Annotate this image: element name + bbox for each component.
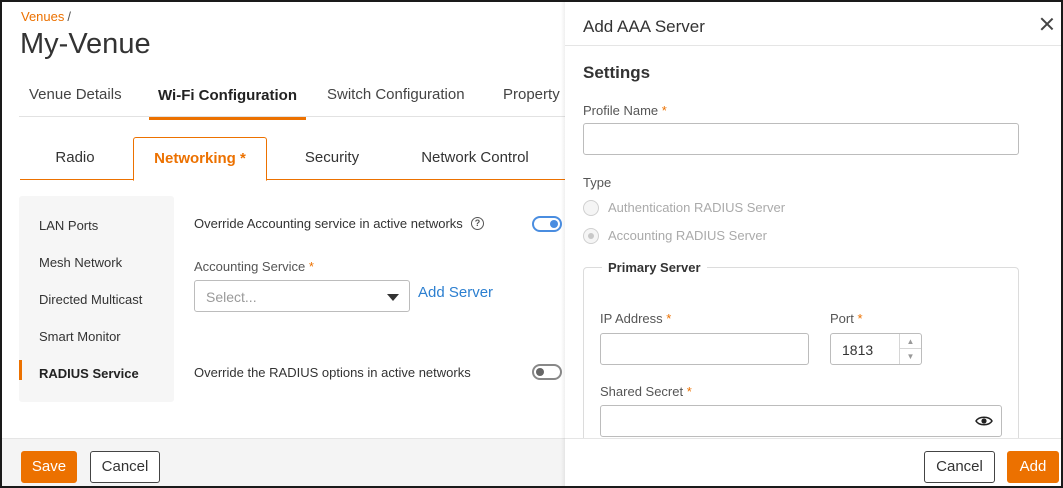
shared-secret-input[interactable] bbox=[600, 405, 1002, 437]
toggle-knob bbox=[536, 368, 544, 376]
subtab-security[interactable]: Security bbox=[272, 137, 392, 180]
save-button[interactable]: Save bbox=[21, 451, 77, 483]
port-input[interactable]: 1813 ▲ ▼ bbox=[830, 333, 922, 365]
radio-authentication-label: Authentication RADIUS Server bbox=[608, 200, 786, 215]
port-value: 1813 bbox=[842, 342, 874, 358]
chevron-down-icon bbox=[387, 294, 399, 301]
drawer-footer: Cancel Add bbox=[565, 438, 1063, 488]
add-server-link[interactable]: Add Server bbox=[418, 284, 493, 301]
override-accounting-toggle[interactable] bbox=[532, 216, 562, 232]
override-accounting-label: Override Accounting service in active ne… bbox=[194, 216, 463, 231]
side-nav: LAN Ports Mesh Network Directed Multicas… bbox=[19, 196, 174, 402]
override-radius-label: Override the RADIUS options in active ne… bbox=[194, 365, 471, 380]
sidebar-item-lan-ports[interactable]: LAN Ports bbox=[39, 218, 98, 233]
port-stepper[interactable]: ▲ ▼ bbox=[899, 334, 921, 364]
page-title: My-Venue bbox=[20, 28, 151, 60]
active-item-marker bbox=[19, 360, 22, 380]
cancel-button[interactable]: Cancel bbox=[90, 451, 160, 483]
radio-button[interactable] bbox=[583, 200, 599, 216]
type-label: Type bbox=[583, 175, 612, 190]
drawer-cancel-button[interactable]: Cancel bbox=[924, 451, 995, 483]
ip-address-label: IP Address * bbox=[600, 311, 672, 326]
profile-name-label: Profile Name * bbox=[583, 103, 667, 118]
drawer-header: Add AAA Server bbox=[565, 0, 1063, 46]
tab-switch-configuration[interactable]: Switch Configuration bbox=[327, 86, 465, 118]
chevron-down-icon[interactable]: ▼ bbox=[900, 349, 921, 364]
port-label: Port * bbox=[830, 311, 863, 326]
tab-venue-details[interactable]: Venue Details bbox=[29, 86, 122, 118]
chevron-up-icon[interactable]: ▲ bbox=[900, 334, 921, 349]
tab-property[interactable]: Property bbox=[503, 86, 560, 118]
subtab-networking[interactable]: Networking * bbox=[133, 137, 267, 181]
sidebar-item-mesh-network[interactable]: Mesh Network bbox=[39, 255, 122, 270]
sub-tabs: Radio Networking * Security Network Cont… bbox=[20, 137, 580, 181]
sidebar-item-directed-multicast[interactable]: Directed Multicast bbox=[39, 292, 142, 307]
eye-icon[interactable] bbox=[975, 415, 993, 427]
close-icon[interactable] bbox=[1040, 17, 1054, 31]
accounting-service-label: Accounting Service * bbox=[194, 259, 314, 274]
accounting-service-placeholder: Select... bbox=[206, 289, 257, 305]
shared-secret-label: Shared Secret * bbox=[600, 384, 692, 399]
sidebar-item-radius-service[interactable]: RADIUS Service bbox=[39, 366, 139, 381]
radio-accounting-label: Accounting RADIUS Server bbox=[608, 228, 767, 243]
profile-name-input[interactable] bbox=[583, 123, 1019, 155]
accounting-service-select[interactable]: Select... bbox=[194, 280, 410, 312]
breadcrumb: Venues / bbox=[21, 9, 71, 24]
breadcrumb-venues-link[interactable]: Venues bbox=[21, 9, 64, 24]
drawer-title: Add AAA Server bbox=[583, 17, 705, 36]
add-aaa-server-drawer: Add AAA Server Settings Profile Name * T… bbox=[565, 0, 1063, 488]
override-radius-toggle[interactable] bbox=[532, 364, 562, 380]
settings-section-title: Settings bbox=[583, 63, 651, 82]
radio-button[interactable] bbox=[583, 228, 599, 244]
help-icon[interactable]: ? bbox=[471, 217, 484, 230]
subtab-network-control[interactable]: Network Control bbox=[402, 137, 548, 180]
ip-address-input[interactable] bbox=[600, 333, 809, 365]
tab-wifi-configuration[interactable]: Wi-Fi Configuration bbox=[149, 87, 306, 120]
breadcrumb-separator: / bbox=[67, 9, 71, 24]
sidebar-item-smart-monitor[interactable]: Smart Monitor bbox=[39, 329, 121, 344]
toggle-knob bbox=[550, 220, 558, 228]
subtab-radio[interactable]: Radio bbox=[20, 137, 130, 180]
primary-server-legend: Primary Server bbox=[602, 260, 707, 275]
add-button[interactable]: Add bbox=[1007, 451, 1059, 483]
top-tabs: Venue Details Wi-Fi Configuration Switch… bbox=[19, 85, 579, 120]
